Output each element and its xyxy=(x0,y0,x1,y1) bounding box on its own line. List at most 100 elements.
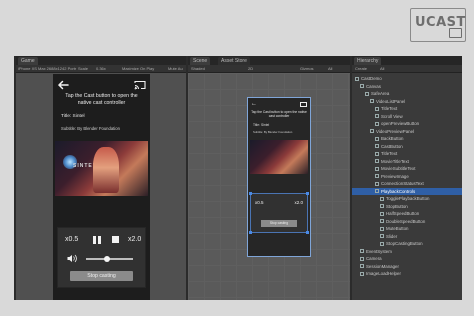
half-speed-button[interactable]: x0.5 xyxy=(65,235,78,245)
character-figure xyxy=(93,147,119,193)
instructions-text: Tap the Cast button to open the native c… xyxy=(65,93,138,106)
hierarchy-item[interactable]: Camera xyxy=(352,255,462,262)
game-toolbar: iPhone XS Max 2688x1242 Portr Scale 0.36… xyxy=(16,65,186,73)
gameobject-icon xyxy=(380,234,384,238)
scale-label: Scale xyxy=(78,66,89,71)
hierarchy-item-label: VideoListPanel xyxy=(376,98,406,104)
gameobject-icon xyxy=(375,166,379,171)
gameobject-icon xyxy=(380,241,384,246)
2d-toggle[interactable]: 2D xyxy=(248,66,253,72)
hierarchy-item-label: MovieTitleText xyxy=(381,158,409,164)
hierarchy-item-label: CastButton xyxy=(381,143,403,149)
hierarchy-item-label: HalfSpeedButton xyxy=(386,211,420,216)
hierarchy-item[interactable]: TitleText xyxy=(352,150,462,157)
hierarchy-item[interactable]: Scroll View xyxy=(352,113,462,120)
hierarchy-item[interactable]: SessionManager xyxy=(352,263,462,270)
tab-hierarchy[interactable]: Hierarchy xyxy=(354,57,382,65)
hierarchy-item[interactable]: StopCastingButton xyxy=(352,240,462,247)
scene-instructions-text: Tap the Cast button to open the native c… xyxy=(251,110,307,119)
tab-game[interactable]: Game xyxy=(18,57,38,65)
stop-icon[interactable] xyxy=(112,236,119,243)
hierarchy-item-label: Camera xyxy=(366,256,382,261)
back-arrow-icon[interactable] xyxy=(57,80,69,90)
stop-casting-button[interactable]: Stop casting xyxy=(70,271,133,281)
scene-toolbar: Shaded 2D Gizmos All xyxy=(188,65,350,73)
hierarchy-list: CastDemo Canvas SafeArea VideoListPanel Titl… xyxy=(352,73,462,300)
volume-slider-thumb[interactable] xyxy=(104,255,111,262)
rect-handle[interactable] xyxy=(306,231,309,234)
rect-handle[interactable] xyxy=(249,192,252,195)
pause-icon[interactable] xyxy=(93,236,101,244)
gameobject-icon xyxy=(375,136,379,141)
hierarchy-item[interactable]: TogglePlaybackButton xyxy=(352,195,462,202)
cast-icon xyxy=(449,28,462,38)
movie-subtitle-text: Subtitle: By Blender Foundation xyxy=(61,126,120,131)
hierarchy-item[interactable]: Slider xyxy=(352,233,462,240)
movie-title-text: Title: Sintel xyxy=(61,114,85,119)
cast-icon[interactable] xyxy=(134,80,146,90)
hierarchy-search[interactable]: All xyxy=(380,66,384,72)
gameobject-icon xyxy=(375,114,379,118)
gameobject-icon xyxy=(360,256,364,261)
hierarchy-item[interactable]: PreviewImage xyxy=(352,173,462,180)
gameobject-icon xyxy=(360,84,364,88)
hierarchy-item[interactable]: CastDemo xyxy=(352,75,462,82)
tab-scene[interactable]: Scene xyxy=(190,57,211,65)
gameobject-icon xyxy=(365,91,369,96)
volume-slider-track[interactable] xyxy=(86,255,133,262)
scene-half-speed: x0.5 xyxy=(255,200,264,205)
hierarchy-item-label: VideoPreviewPanel xyxy=(376,128,414,134)
gameobject-icon xyxy=(375,151,379,156)
shading-mode-dropdown[interactable]: Shaded xyxy=(191,66,205,72)
hierarchy-item[interactable]: HalfSpeedButton xyxy=(352,210,462,217)
hierarchy-item-label: SafeArea xyxy=(371,91,390,96)
hierarchy-item[interactable]: StopButton xyxy=(352,203,462,210)
scene-stop-casting-button: Stop casting xyxy=(261,220,297,227)
hierarchy-item[interactable]: VideoListPanel xyxy=(352,98,462,105)
resolution-dropdown[interactable]: iPhone XS Max 2688x1242 Portr xyxy=(18,66,76,72)
rect-handle[interactable] xyxy=(306,192,309,195)
scene-phone-canvas: ← Tap the Cast button to open the native… xyxy=(247,97,311,257)
mute-audio-toggle[interactable]: Mute Au xyxy=(168,66,183,72)
hierarchy-item-label: TogglePlaybackButton xyxy=(386,196,430,201)
hierarchy-item[interactable]: ConnectionStatusText xyxy=(352,180,462,187)
hierarchy-item-label: TitleText xyxy=(381,106,398,111)
hierarchy-item[interactable]: ImageLoadHelper xyxy=(352,270,462,277)
gizmos-dropdown[interactable]: Gizmos xyxy=(300,66,314,72)
rect-handle[interactable] xyxy=(249,231,252,234)
gameobject-icon xyxy=(355,76,359,81)
game-tabbar: Game xyxy=(16,56,186,65)
hierarchy-item[interactable]: PlaybackControls xyxy=(352,187,462,195)
hierarchy-item[interactable]: MovieTitleText xyxy=(352,158,462,165)
hierarchy-item-label: StopButton xyxy=(386,203,408,209)
hierarchy-item[interactable]: MovieSubtitleText xyxy=(352,165,462,172)
gameobject-icon xyxy=(380,204,384,208)
preview-image: SINTEL xyxy=(55,141,148,196)
scene-playback-controls[interactable]: x0.5 x2.0 Stop casting xyxy=(249,192,309,234)
gameobject-icon xyxy=(375,121,379,126)
hierarchy-item[interactable]: BackButton xyxy=(352,135,462,142)
scale-value[interactable]: 0.36x xyxy=(96,66,106,72)
hierarchy-item[interactable]: Canvas xyxy=(352,83,462,90)
tab-asset-store[interactable]: Asset Store xyxy=(218,57,250,65)
hierarchy-item[interactable]: VideoPreviewPanel xyxy=(352,128,462,135)
hierarchy-item[interactable]: TitleText xyxy=(352,105,462,112)
hierarchy-item[interactable]: MuteButton xyxy=(352,225,462,232)
hierarchy-item-label: Canvas xyxy=(366,83,381,89)
hierarchy-item[interactable]: EventSystem xyxy=(352,248,462,255)
hierarchy-item[interactable]: openPreviewButton xyxy=(352,120,462,127)
hierarchy-tabbar: Hierarchy xyxy=(352,56,462,65)
back-arrow-icon: ← xyxy=(251,101,257,107)
double-speed-button[interactable]: x2.0 xyxy=(128,235,141,245)
hierarchy-item-label: StopCastingButton xyxy=(386,241,423,246)
maximize-on-play-toggle[interactable]: Maximize On Play xyxy=(122,66,154,72)
hierarchy-item-label: MovieSubtitleText xyxy=(381,166,416,171)
hierarchy-item[interactable]: CastButton xyxy=(352,143,462,150)
scene-double-speed: x2.0 xyxy=(294,200,303,205)
volume-icon[interactable] xyxy=(67,254,77,263)
hierarchy-item[interactable]: SafeArea xyxy=(352,90,462,97)
hierarchy-item[interactable]: DoubleSpeedButton xyxy=(352,218,462,225)
scene-movie-subtitle: Subtitle: By Blender Foundation xyxy=(253,130,293,134)
scene-search-filter[interactable]: All xyxy=(328,66,332,72)
create-dropdown[interactable]: Create xyxy=(355,66,367,72)
